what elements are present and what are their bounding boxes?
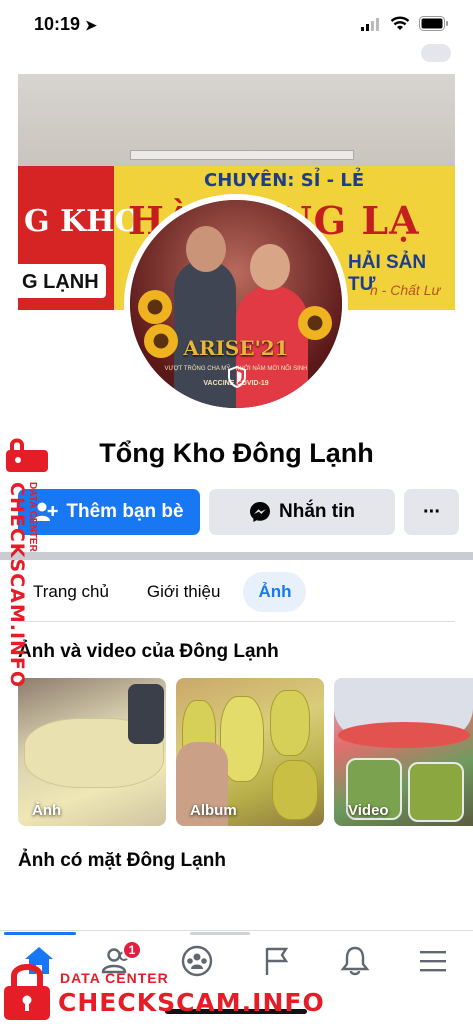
battery-icon: [419, 16, 448, 31]
watermark-site-vertical: CHECKSCAM.INFO: [6, 482, 28, 689]
section-divider: [0, 552, 473, 560]
cover-banner-top: CHUYÊN: SỈ - LẺ: [204, 170, 365, 191]
avatar-frame-title: ARISE'21: [183, 336, 289, 360]
avatar-head-man: [186, 226, 226, 272]
tabs-divider: [18, 621, 455, 622]
avatar-head-woman: [250, 244, 290, 290]
photo-tile-caption: Video: [348, 802, 389, 819]
watermark-lock-icon: [6, 438, 48, 472]
cover-banner-tag: n - Chất Lư: [370, 282, 441, 298]
status-bar: 10:19 ➤: [0, 0, 473, 50]
profile-avatar[interactable]: ARISE'21 VƯỢT TRÔNG CHA MỸ - KHỞI NĂM MỚ…: [124, 194, 348, 414]
menu-icon[interactable]: [416, 944, 450, 978]
tab-about[interactable]: Giới thiệu: [132, 572, 236, 612]
tagged-photos-title: Ảnh có mặt Đông Lạnh: [18, 850, 226, 871]
cover-red-text: G KHO: [24, 204, 141, 239]
friend-requests-badge: 1: [122, 940, 142, 960]
watermark-site: CHECKSCAM.INFO: [58, 988, 325, 1017]
page-title: Tổng Kho Đông Lạnh: [99, 438, 374, 468]
profile-tabs: Trang chủ Giới thiệu Ảnh: [18, 570, 307, 614]
watermark-data-center: DATA CENTER: [60, 970, 169, 986]
profile-guard-shield-icon: [228, 366, 246, 388]
avatar-photo: ARISE'21 VƯỢT TRÔNG CHA MỸ - KHỞI NĂM MỚ…: [130, 200, 342, 408]
cellular-signal-icon: [361, 17, 379, 31]
wifi-icon: [390, 16, 410, 30]
more-options-button[interactable]: ···: [404, 489, 459, 535]
more-dots-icon: ···: [423, 500, 441, 523]
watermark-dc-vertical: DATA CENTER: [27, 482, 38, 552]
photo-tile-video[interactable]: Video: [334, 678, 473, 826]
message-label: Nhắn tin: [279, 501, 355, 522]
photo-content: [338, 722, 470, 748]
photo-tile-photos[interactable]: Ảnh: [18, 678, 166, 826]
scroll-indicator: [190, 932, 250, 935]
groups-icon[interactable]: [180, 944, 214, 978]
sunflower-icon: [144, 324, 178, 358]
cover-box-text: G LẠNH: [22, 271, 99, 293]
photo-grid: Ảnh Album Video: [18, 678, 473, 826]
messenger-icon: [250, 502, 270, 522]
cover-lamp: [130, 150, 354, 160]
watermark-vertical: CHECKSCAM.INFO: [6, 482, 28, 688]
add-friend-button[interactable]: Thêm bạn bè: [18, 489, 200, 535]
active-tab-indicator: [4, 932, 76, 935]
watermark-lock-icon: [4, 964, 50, 1020]
photo-content: [272, 760, 318, 820]
sunflower-icon: [138, 290, 172, 324]
photo-tile-caption: Ảnh: [32, 802, 62, 819]
status-time: 10:19 ➤: [34, 14, 97, 34]
location-arrow-icon: ➤: [85, 17, 97, 33]
photo-tile-caption: Album: [190, 802, 237, 819]
add-friend-label: Thêm bạn bè: [66, 501, 184, 522]
photo-tile-album[interactable]: Album: [176, 678, 324, 826]
tab-photos[interactable]: Ảnh: [243, 572, 307, 612]
add-friend-icon: [34, 502, 59, 521]
photo-content: [128, 684, 164, 744]
pages-flag-icon[interactable]: [260, 944, 294, 978]
status-icons: [361, 16, 449, 31]
bell-icon[interactable]: [338, 944, 372, 978]
sunflower-icon: [298, 306, 332, 340]
photo-content: [408, 762, 464, 822]
message-button[interactable]: Nhắn tin: [209, 489, 395, 535]
tab-home[interactable]: Trang chủ: [18, 572, 124, 612]
screen: 10:19 ➤ G KHO G LẠNH CHUYÊN: SỈ - LẺ HÀ …: [0, 0, 473, 1024]
photo-content: [270, 690, 310, 756]
photos-section-title: Ảnh và video của Đông Lạnh: [18, 641, 279, 662]
header-button[interactable]: [421, 44, 451, 62]
header-strip: [0, 44, 473, 74]
